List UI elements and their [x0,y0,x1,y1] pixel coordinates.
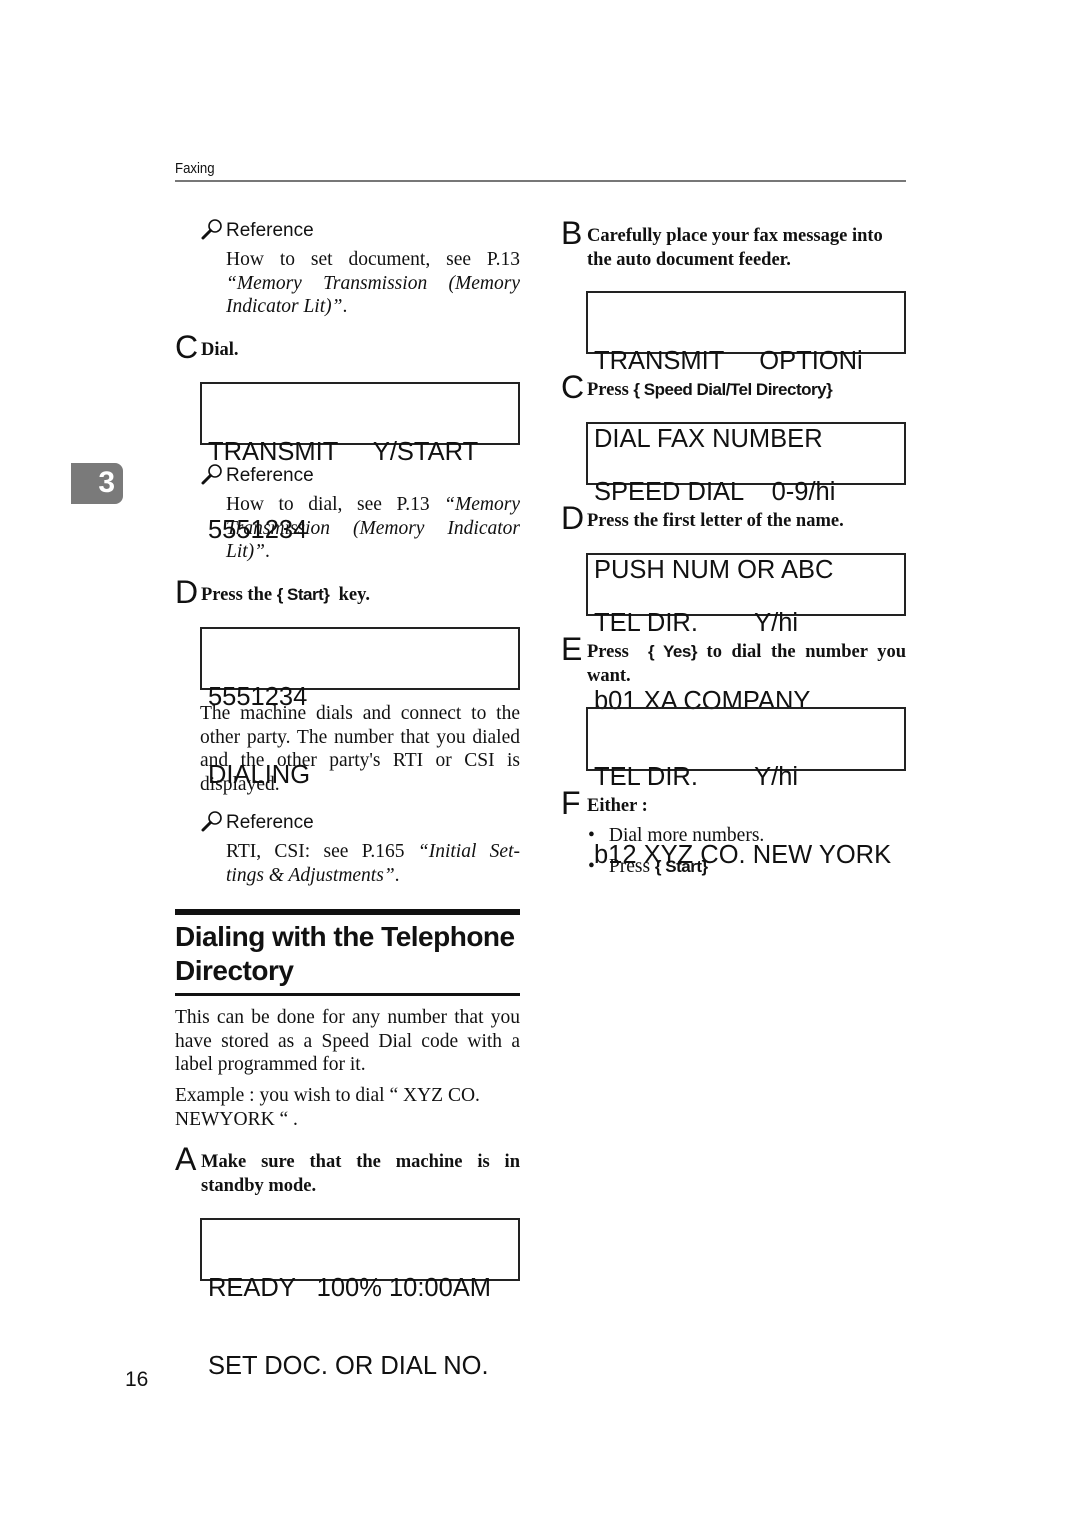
step-e-press-yes: E Press { Yes} to dial the number you wa… [561,631,906,688]
page-number: 16 [125,1368,149,1391]
lcd-line-1: TEL DIR. Y/hi [594,763,799,791]
step-d-first-letter: D Press the first letter of the name. [561,500,844,536]
magnifier-icon [201,464,222,485]
yes-key-label: { Yes} [648,642,697,661]
lcd-line-1: TRANSMIT Y/START [208,438,479,466]
lcd-display-tel-dir-2: TEL DIR. Y/hi b12 XYZ CO. NEW YORK [586,707,906,868]
reference-text: How to dial, see P.13 “Memory Transmissi… [226,493,520,564]
lcd-display-transmit: TRANSMIT Y/START 5551234 [200,382,520,543]
reference-text-plain: How to set document, see P.13 [226,249,520,270]
lcd-line-1: TRANSMIT OPTIONi [594,347,863,375]
reference-text: How to set document, see P.13 “Memory Tr… [226,248,520,319]
step-letter: F [561,785,581,821]
lcd-display-ready: READY 100% 10:00AM SET DOC. OR DIAL NO. [200,1218,520,1379]
section-rule-top [175,909,520,915]
step-letter: C [175,329,199,365]
reference-label: Reference [226,220,314,241]
step-text-before: Press the [201,585,277,605]
step-letter: A [175,1141,197,1177]
step-text: Dial. [201,340,239,360]
step-c-dial: C Dial. [175,329,239,365]
lcd-display-transmit-option: TRANSMIT OPTIONi DIAL FAX NUMBER [586,291,906,452]
bullet-text: Press [608,856,655,877]
reference-heading: Reference [200,218,314,242]
speed-dial-key-label: { Speed Dial/Tel Directory} [633,380,833,399]
magnifier-icon [201,219,222,240]
reference-label: Reference [226,465,314,486]
lcd-display-dialing: 5551234 DIALING [200,627,520,788]
step-text: Press { Speed Dial/Tel Directory} [587,372,833,402]
bullet-text: Dial more numbers. [608,825,765,846]
step-text-before: Press [587,380,634,400]
lcd-line-2: SET DOC. OR DIAL NO. [208,1352,489,1380]
reference-heading: Reference [200,810,314,834]
step-text: Make sure that the machine is in standby… [201,1152,520,1196]
lcd-display-speed-dial: SPEED DIAL 0-9/hi PUSH NUM OR ABC [586,422,906,583]
step-text: Press the first letter of the name. [587,511,844,531]
step-text-after: key. [329,585,370,605]
chapter-number: 3 [98,466,115,499]
example-paragraph: Example : you wish to dial “ XYZ CO. NEW… [175,1085,480,1130]
step-letter: E [561,631,583,667]
step-letter: B [561,215,583,251]
reference-label: Reference [226,812,314,833]
section-title: Dialing with the Telephone Directory [175,921,515,986]
running-header: Faxing [175,158,906,182]
step-letter: D [175,574,199,610]
start-key-label: { Start} [276,585,330,604]
lcd-line-1: TEL DIR. Y/hi [594,609,799,637]
reference-text-plain: RTI, CSI: see P.165 [226,841,418,862]
step-a-standby: A Make sure that the machine is in stand… [175,1141,520,1198]
reference-text-end: . [342,296,348,317]
step-text-before: Press [587,642,648,662]
lcd-display-tel-dir-1: TEL DIR. Y/hi b01 XA COMPANY [586,553,906,714]
step-c-speed-dial: C Press { Speed Dial/Tel Directory} [561,369,833,405]
lcd-line-1: SPEED DIAL 0-9/hi [594,478,836,506]
header-title: Faxing [175,160,215,177]
reference-text-end: . [265,541,270,562]
step-letter: D [561,500,585,536]
reference-text: RTI, CSI: see P.165 “Initial Set- tings … [226,840,520,887]
reference-heading: Reference [200,463,314,487]
bullet-item: Dial more numbers. [588,824,764,848]
bullet-item: Press { Start} [588,855,708,879]
body-paragraph: The machine dials and connect to the oth… [200,703,520,795]
step-text: Either : [587,796,648,816]
step-text: Press the { Start} key. [201,577,370,607]
step-f-either: F Either : [561,785,648,821]
step-text: Carefully place your fax message into th… [587,226,883,270]
lcd-line-1: READY 100% 10:00AM [208,1274,492,1302]
reference-text-end: . [394,864,400,886]
step-letter: C [561,369,585,405]
step-b-place-document: B Carefully place your fax message into … [561,215,906,272]
step-d-press-start: D Press the { Start} key. [175,574,370,610]
section-rule-bottom [175,993,520,996]
magnifier-icon [201,811,222,832]
start-key-label: { Start} [654,857,708,876]
step-text: Press { Yes} to dial the number you want… [587,634,906,688]
chapter-tab: 3 [71,463,123,504]
reference-text-plain: How to dial, see P.13 [226,494,445,515]
reference-link: “Memory Transmission (Memory Indicator L… [226,272,520,318]
intro-paragraph: This can be done for any number that you… [175,1007,520,1075]
